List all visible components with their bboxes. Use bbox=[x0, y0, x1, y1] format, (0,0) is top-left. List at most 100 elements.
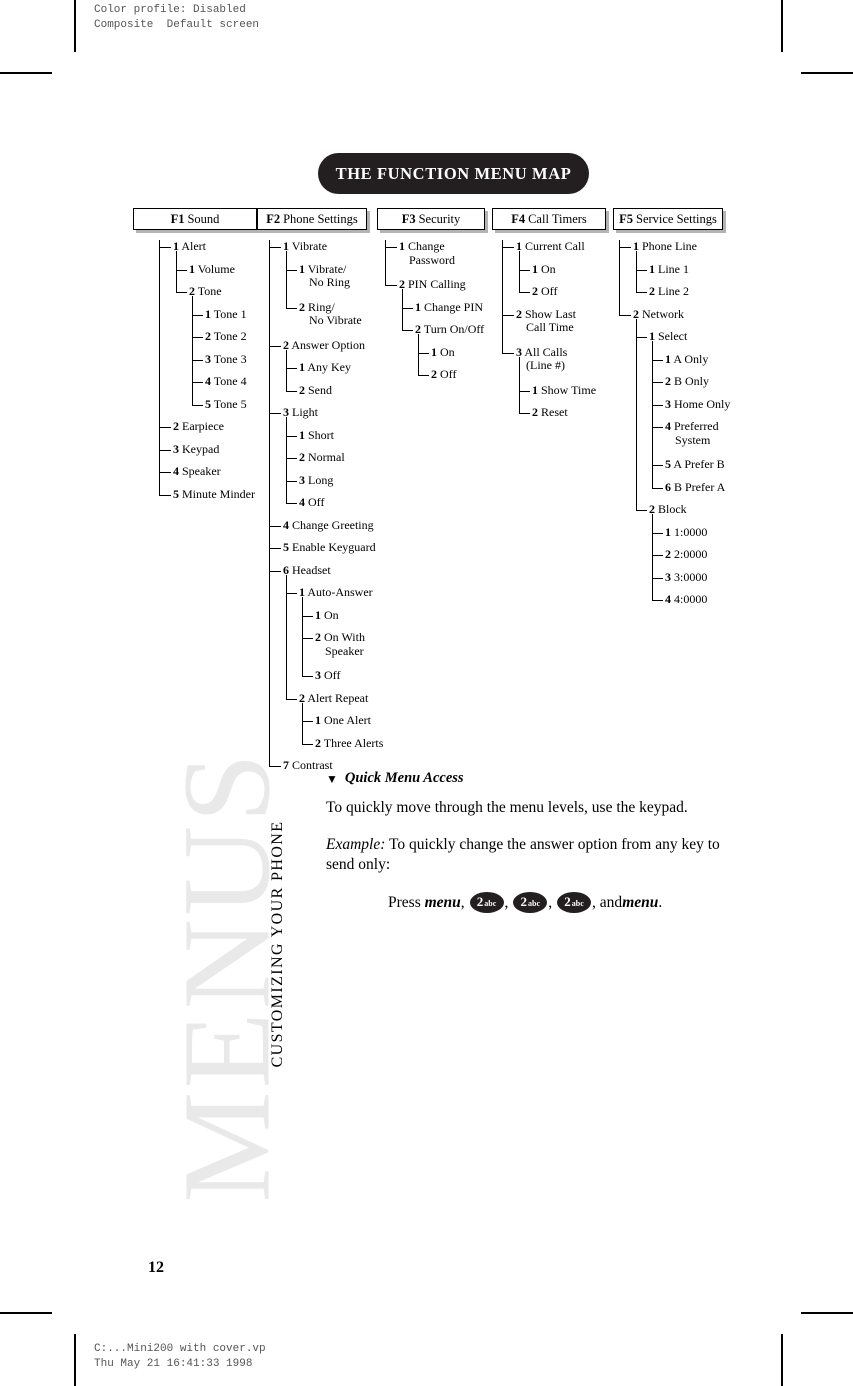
menu-item[interactable]: 2 2:0000 bbox=[665, 547, 707, 562]
menu-item[interactable]: 5 A Prefer B bbox=[665, 457, 725, 472]
menu-item[interactable]: 6 B Prefer A bbox=[665, 480, 725, 495]
menu-item[interactable]: 1 Line 1 bbox=[649, 262, 689, 277]
tree-connector-horizontal bbox=[286, 480, 297, 482]
menu-item[interactable]: 1 One Alert bbox=[315, 713, 371, 728]
menu-item[interactable]: 1 Show Time bbox=[532, 383, 596, 398]
section-heading: ▼ Quick Menu Access bbox=[326, 770, 726, 787]
color-profile-slug: Color profile: Disabled Composite Defaul… bbox=[94, 4, 260, 31]
menu-item[interactable]: 3 Long bbox=[299, 473, 333, 488]
menu-item[interactable]: 1 Alert bbox=[173, 239, 206, 254]
menu-item[interactable]: 1 Current Call bbox=[516, 239, 585, 254]
menu-item[interactable]: 3 Off bbox=[315, 668, 340, 683]
menu-item[interactable]: 4 4:0000 bbox=[665, 592, 707, 607]
menu-item[interactable]: 2 B Only bbox=[665, 374, 709, 389]
menu-column-title: Service Settings bbox=[636, 211, 717, 226]
menu-item-label: Speaker bbox=[179, 464, 221, 478]
tree-root-connector-vertical bbox=[269, 240, 271, 766]
keypad-key-2[interactable]: 2 abc bbox=[557, 892, 592, 913]
tree-connector-horizontal bbox=[519, 269, 530, 271]
menu-item[interactable]: 5 Tone 5 bbox=[205, 397, 247, 412]
keypad-key-number: 2 bbox=[564, 894, 571, 909]
menu-item[interactable]: 1 Volume bbox=[189, 262, 235, 277]
menu-item-label-line2: Password bbox=[409, 252, 456, 267]
tree-connector-horizontal bbox=[652, 404, 663, 406]
menu-item[interactable]: 2 Answer Option bbox=[283, 338, 365, 353]
menu-item[interactable]: 1 Select bbox=[649, 329, 687, 344]
menu-column-header-f1[interactable]: F1 Sound bbox=[133, 208, 257, 230]
menu-item[interactable]: 2 Block bbox=[649, 502, 687, 517]
menu-item[interactable]: 2 Ring/No Vibrate bbox=[299, 299, 362, 328]
menu-item[interactable]: 1 On bbox=[315, 608, 339, 623]
menu-item[interactable]: 1 Vibrate bbox=[283, 239, 327, 254]
menu-item[interactable]: 1 1:0000 bbox=[665, 525, 707, 540]
menu-item[interactable]: 4 Tone 4 bbox=[205, 374, 247, 389]
tree-root-connector-horizontal bbox=[385, 247, 397, 249]
tree-connector-horizontal bbox=[636, 510, 647, 512]
menu-item[interactable]: 4 Preferred System bbox=[665, 419, 719, 447]
menu-item[interactable]: 1 Auto-Answer bbox=[299, 585, 373, 600]
tree-connector-vertical bbox=[176, 251, 178, 292]
menu-item[interactable]: 1 Change PIN bbox=[415, 300, 483, 315]
tree-connector-horizontal bbox=[286, 458, 297, 460]
menu-item-label: Alert bbox=[179, 239, 206, 253]
menu-item[interactable]: 1 Phone Line bbox=[633, 239, 697, 254]
keypad-key-2[interactable]: 2 abc bbox=[469, 892, 504, 913]
menu-item-label: Reset bbox=[538, 405, 568, 419]
tree-root-connector-horizontal bbox=[502, 314, 514, 316]
menu-item[interactable]: 2 Reset bbox=[532, 405, 568, 420]
menu-item[interactable]: 3 Keypad bbox=[173, 442, 219, 457]
menu-item[interactable]: 4 Change Greeting bbox=[283, 518, 374, 533]
tree-connector-horizontal bbox=[652, 487, 663, 489]
menu-item[interactable]: 2 Tone 2 bbox=[205, 329, 247, 344]
keypad-key-letters: abc bbox=[484, 899, 497, 908]
menu-item[interactable]: 2 Normal bbox=[299, 450, 345, 465]
menu-item[interactable]: 2 Network bbox=[633, 307, 684, 322]
press-word: Press bbox=[388, 893, 425, 911]
menu-item[interactable]: 2 Send bbox=[299, 383, 332, 398]
menu-item[interactable]: 3 All Calls (Line #) bbox=[516, 345, 567, 373]
menu-item[interactable]: 2 On With Speaker bbox=[315, 630, 365, 658]
menu-column-header-f2[interactable]: F2 Phone Settings bbox=[257, 208, 367, 230]
menu-item[interactable]: 2 Three Alerts bbox=[315, 736, 383, 751]
menu-item[interactable]: 3 Tone 3 bbox=[205, 352, 247, 367]
menu-item[interactable]: 4 Speaker bbox=[173, 464, 221, 479]
menu-item[interactable]: 1 Short bbox=[299, 428, 334, 443]
menu-item-label: Home Only bbox=[671, 396, 731, 411]
tree-connector-horizontal bbox=[302, 721, 313, 723]
menu-item[interactable]: 5 Minute Minder bbox=[173, 487, 255, 502]
menu-column-header-f3[interactable]: F3 Security bbox=[377, 208, 485, 230]
menu-item[interactable]: 2 PIN Calling bbox=[399, 277, 466, 292]
example-text: To quickly change the answer option from… bbox=[326, 836, 720, 873]
menu-item[interactable]: 3 Home Only bbox=[665, 396, 731, 412]
menu-item[interactable]: 1 Vibrate/No Ring bbox=[299, 262, 350, 290]
example-label: Example: bbox=[326, 836, 386, 853]
menu-item[interactable]: 1 A Only bbox=[665, 352, 708, 367]
menu-item[interactable]: 2 Off bbox=[532, 284, 557, 299]
menu-item[interactable]: 1 Any Key bbox=[299, 360, 351, 375]
menu-item[interactable]: 3 Light bbox=[283, 405, 318, 420]
tree-connector-horizontal bbox=[286, 390, 297, 392]
menu-item[interactable]: 6 Headset bbox=[283, 563, 331, 578]
menu-item[interactable]: 1 On bbox=[532, 262, 556, 277]
menu-column-header-f4[interactable]: F4 Call Timers bbox=[492, 208, 606, 230]
crop-mark-bottom-left-horizontal bbox=[0, 1312, 52, 1314]
menu-item[interactable]: 2 Show Last Call Time bbox=[516, 307, 576, 335]
menu-item[interactable]: 2 Tone bbox=[189, 284, 222, 299]
menu-item[interactable]: 2 Off bbox=[431, 367, 456, 382]
menu-item[interactable]: 1 Change Password bbox=[399, 239, 456, 267]
tree-root-connector-horizontal bbox=[269, 413, 281, 415]
menu-item[interactable]: 5 Enable Keyguard bbox=[283, 540, 376, 555]
menu-item[interactable]: 3 3:0000 bbox=[665, 570, 707, 585]
menu-item[interactable]: 2 Alert Repeat bbox=[299, 691, 368, 706]
menu-column-header-f5[interactable]: F5 Service Settings bbox=[613, 208, 723, 230]
menu-item[interactable]: 1 Tone 1 bbox=[205, 307, 247, 322]
menu-item[interactable]: 2 Earpiece bbox=[173, 419, 224, 434]
menu-item[interactable]: 2 Line 2 bbox=[649, 284, 689, 299]
keypad-key-2[interactable]: 2 abc bbox=[513, 892, 548, 913]
menu-item[interactable]: 2 Turn On/Off bbox=[415, 322, 484, 337]
menu-item[interactable]: 1 On bbox=[431, 345, 455, 360]
tree-root-connector-horizontal bbox=[159, 494, 171, 496]
menu-item[interactable]: 4 Off bbox=[299, 495, 324, 510]
menu-column-f5: F5 Service Settings 1 Phone Line 1 Line 1 2 … bbox=[613, 208, 730, 606]
menu-item-label: Ring/ bbox=[305, 299, 335, 314]
